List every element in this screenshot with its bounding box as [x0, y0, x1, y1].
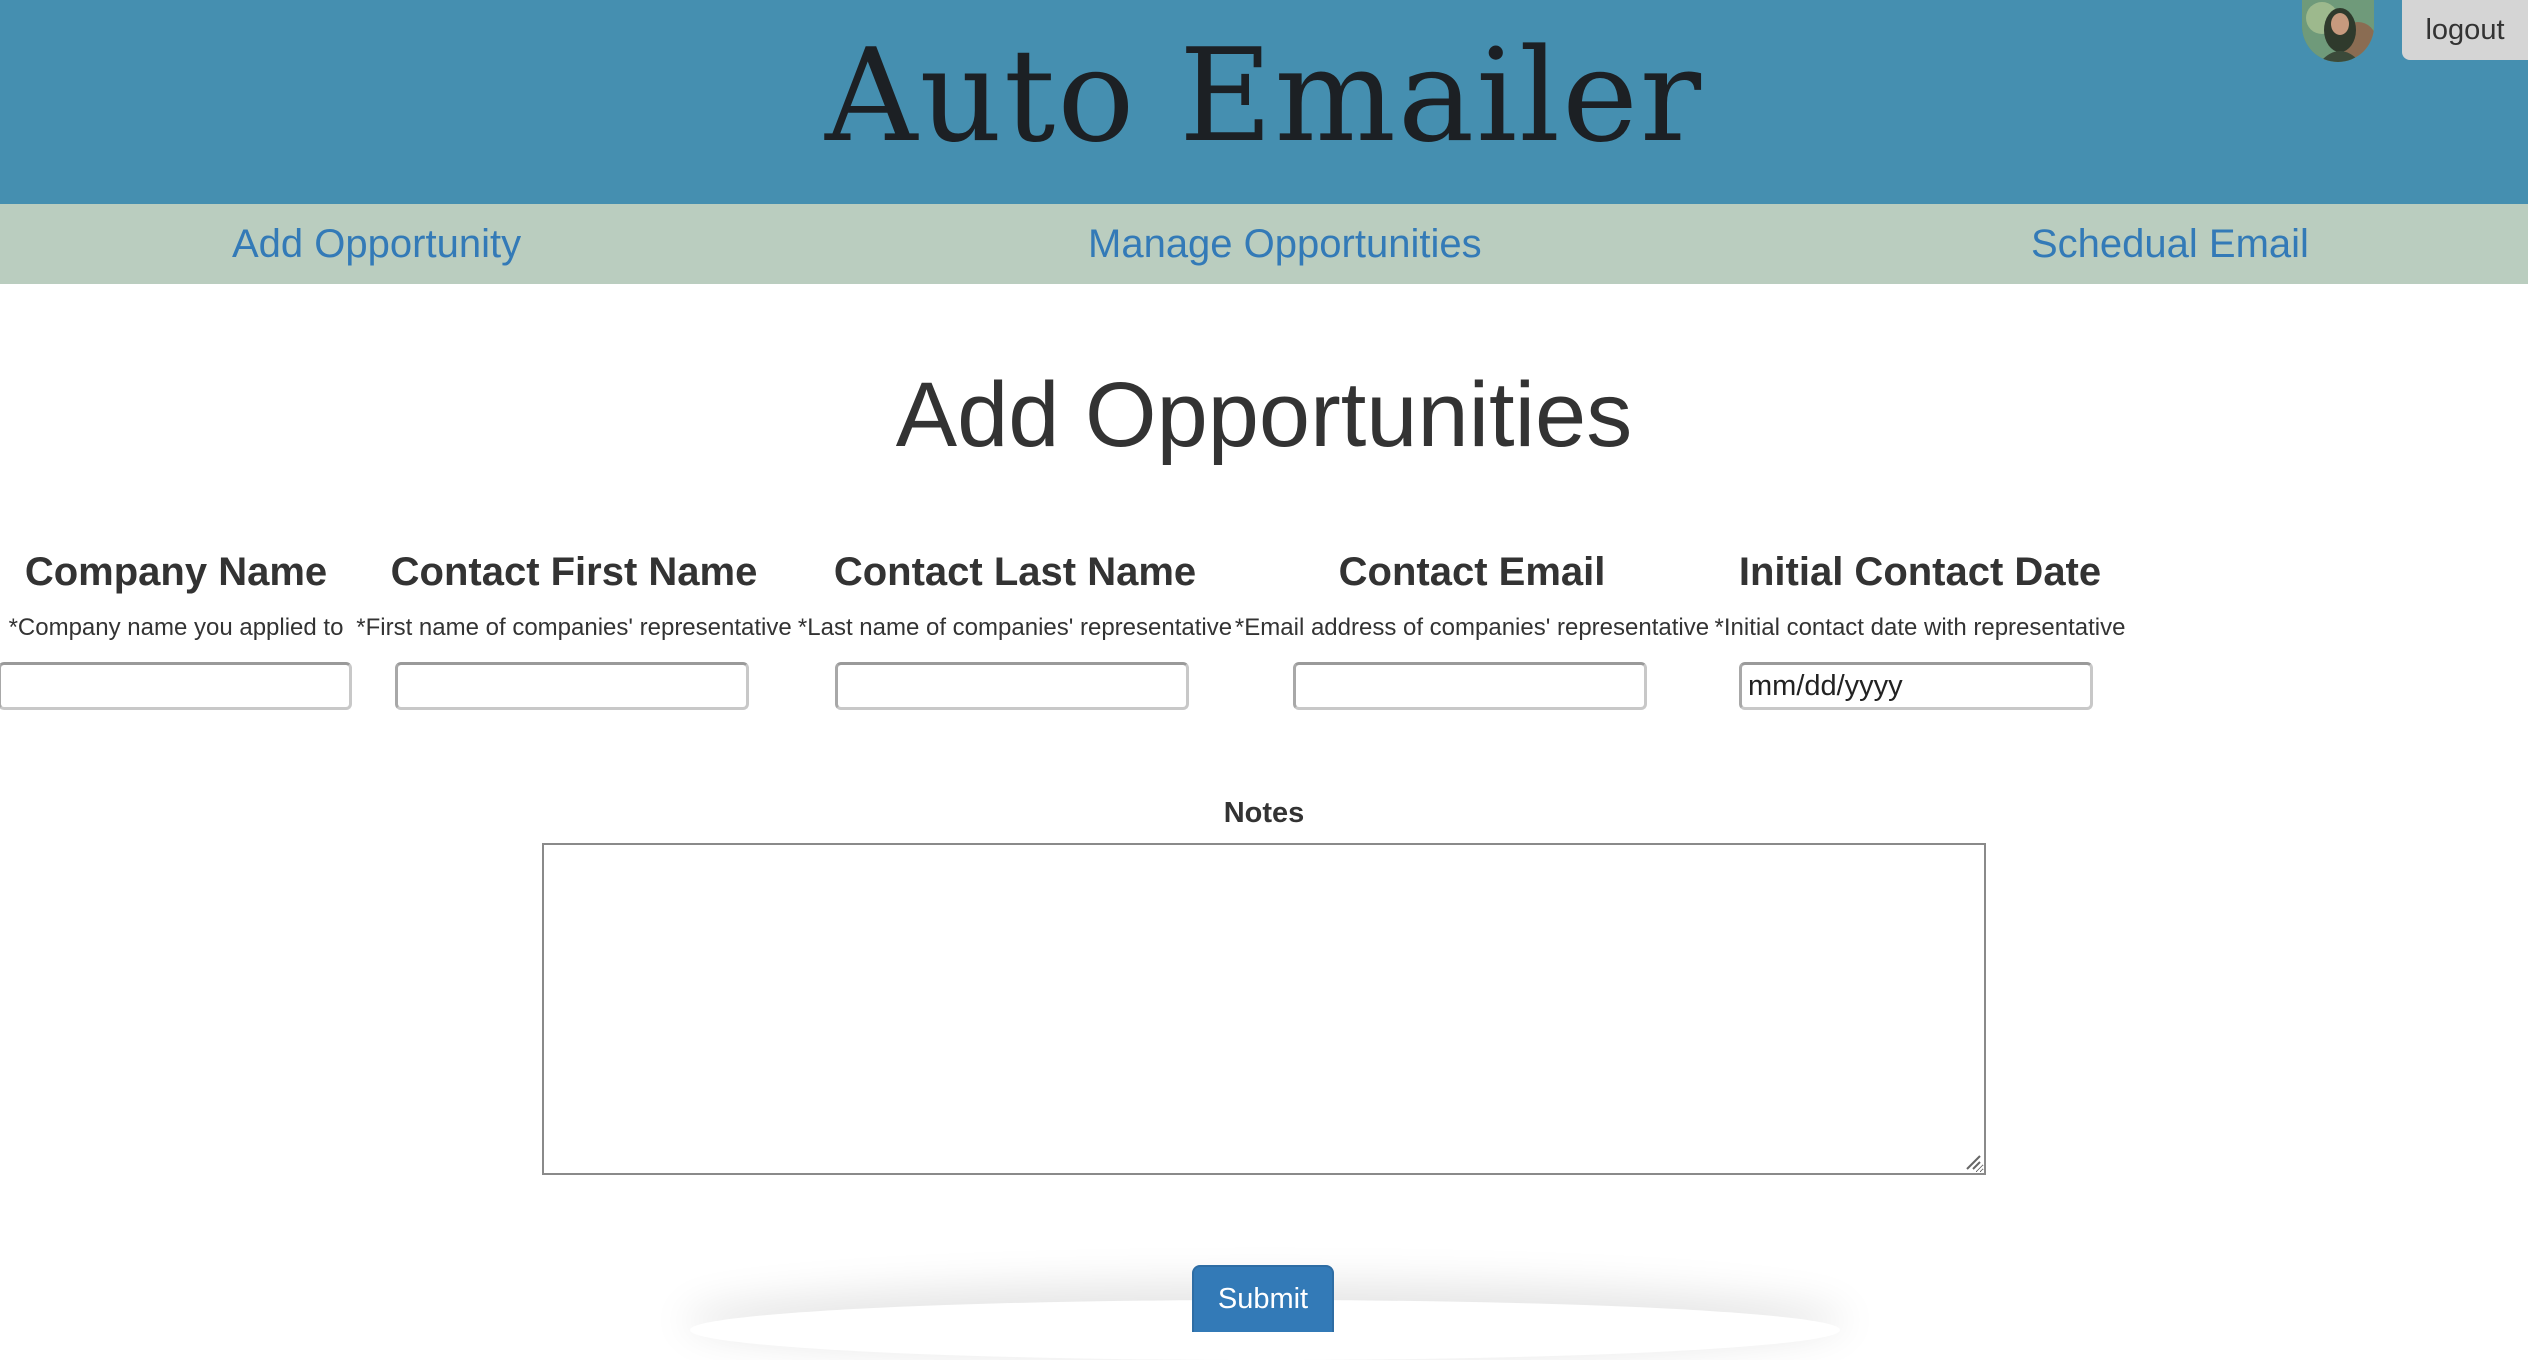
- nav-add-opportunity-link[interactable]: Add Opportunity: [232, 204, 521, 284]
- page-title: Add Opportunities: [895, 364, 1633, 466]
- initial-contact-date-input[interactable]: [1739, 662, 2093, 710]
- contact-last-name-input[interactable]: [835, 662, 1189, 710]
- initial-contact-date-field: Initial Contact Date *Initial contact da…: [1710, 540, 2130, 652]
- submit-button[interactable]: Submit: [1192, 1265, 1334, 1332]
- contact-first-name-label: Contact First Name: [390, 550, 758, 594]
- contact-last-name-field: Contact Last Name *Last name of companie…: [796, 540, 1234, 652]
- contact-last-name-hint: *Last name of companies' representative: [797, 614, 1233, 641]
- nav-bar: Add Opportunity Manage Opportunities Sch…: [0, 204, 2528, 284]
- notes-textarea[interactable]: [542, 843, 1986, 1175]
- company-name-field: Company Name *Company name you applied t…: [0, 540, 352, 652]
- nav-schedual-email-link[interactable]: Schedual Email: [2031, 204, 2309, 284]
- contact-last-name-label: Contact Last Name: [833, 550, 1197, 594]
- contact-first-name-field: Contact First Name *First name of compan…: [352, 540, 796, 652]
- logout-button[interactable]: logout: [2402, 0, 2528, 60]
- contact-email-hint: *Email address of companies' representat…: [1234, 614, 1710, 641]
- contact-first-name-input[interactable]: [395, 662, 749, 710]
- app-title: Auto Emailer: [825, 22, 1703, 171]
- contact-first-name-hint: *First name of companies' representative: [356, 614, 792, 641]
- app-header: Auto Emailer logout: [0, 0, 2528, 204]
- contact-email-label: Contact Email: [1338, 550, 1606, 594]
- company-name-label: Company Name: [24, 550, 328, 594]
- nav-manage-opportunities-link[interactable]: Manage Opportunities: [1088, 204, 1482, 284]
- contact-email-field: Contact Email *Email address of companie…: [1234, 540, 1710, 652]
- contact-email-input[interactable]: [1293, 662, 1647, 710]
- company-name-input[interactable]: [0, 662, 352, 710]
- resize-handle-icon[interactable]: [1964, 1153, 1982, 1171]
- initial-contact-date-hint: *Initial contact date with representativ…: [1714, 614, 2126, 641]
- company-name-hint: *Company name you applied to: [8, 614, 344, 641]
- notes-label: Notes: [1223, 797, 1305, 829]
- initial-contact-date-label: Initial Contact Date: [1738, 550, 2102, 594]
